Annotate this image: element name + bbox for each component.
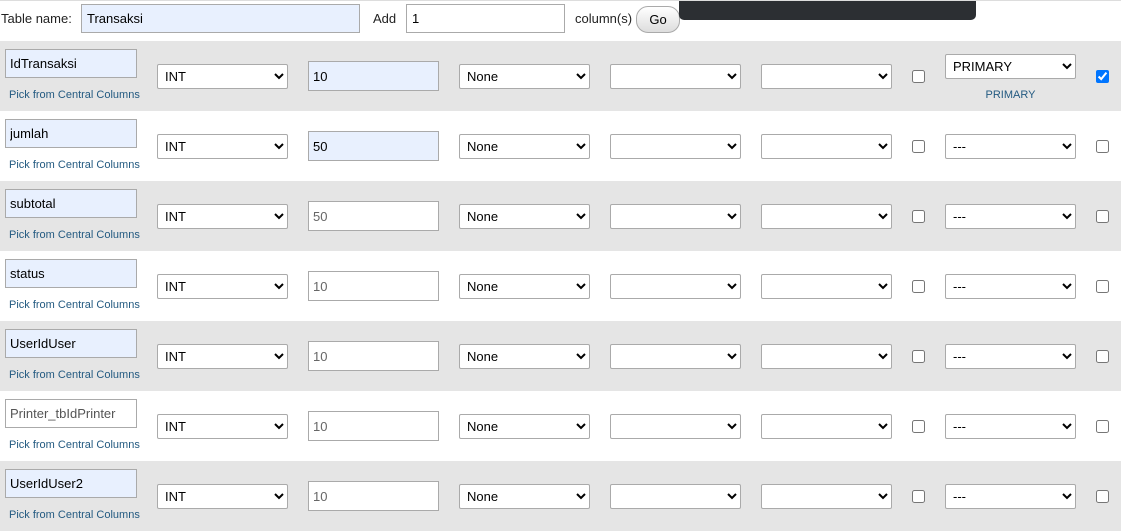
column-null-checkbox[interactable] xyxy=(912,420,925,433)
add-label: Add xyxy=(373,11,397,26)
column-type-select[interactable]: INT xyxy=(157,204,288,229)
column-index-select[interactable]: --- xyxy=(945,344,1076,369)
table-name-label: Table name: xyxy=(1,11,72,26)
column-collation-select[interactable] xyxy=(610,134,741,159)
column-default-select[interactable]: None xyxy=(459,274,590,299)
column-auto-increment-checkbox[interactable] xyxy=(1096,420,1109,433)
add-columns-count-input[interactable] xyxy=(406,4,565,33)
column-default-select[interactable]: None xyxy=(459,64,590,89)
column-collation-select[interactable] xyxy=(610,344,741,369)
column-type-select[interactable]: INT xyxy=(157,414,288,439)
column-name-input[interactable] xyxy=(5,469,137,498)
column-null-checkbox[interactable] xyxy=(912,490,925,503)
column-name-input[interactable] xyxy=(5,49,137,78)
column-type-select[interactable]: INT xyxy=(157,64,288,89)
column-length-input[interactable] xyxy=(308,61,439,91)
column-name-input[interactable] xyxy=(5,399,137,428)
column-collation-select[interactable] xyxy=(610,274,741,299)
column-collation-select[interactable] xyxy=(610,64,741,89)
column-type-select[interactable]: INT xyxy=(157,134,288,159)
pick-from-central-columns-link[interactable]: Pick from Central Columns xyxy=(9,369,140,381)
column-length-input[interactable] xyxy=(308,481,439,511)
column-row: Pick from Central Columns INT None --- xyxy=(0,391,1121,461)
columns-label: column(s) xyxy=(575,11,633,26)
column-default-select[interactable]: None xyxy=(459,414,590,439)
column-row: Pick from Central Columns INT None --- xyxy=(0,181,1121,251)
column-row: Pick from Central Columns INT None --- xyxy=(0,111,1121,181)
column-type-select[interactable]: INT xyxy=(157,344,288,369)
column-attributes-select[interactable] xyxy=(761,134,892,159)
pick-from-central-columns-link[interactable]: Pick from Central Columns xyxy=(9,159,140,171)
column-row: Pick from Central Columns INT None --- xyxy=(0,321,1121,391)
index-name-label: PRIMARY xyxy=(985,89,1036,101)
column-collation-select[interactable] xyxy=(610,484,741,509)
column-attributes-select[interactable] xyxy=(761,274,892,299)
column-row: Pick from Central Columns INT None --- xyxy=(0,461,1121,531)
column-length-input[interactable] xyxy=(308,341,439,371)
column-auto-increment-checkbox[interactable] xyxy=(1096,490,1109,503)
column-auto-increment-checkbox[interactable] xyxy=(1096,350,1109,363)
tooltip-popup xyxy=(679,1,976,20)
column-index-select[interactable]: --- xyxy=(945,274,1076,299)
column-default-select[interactable]: None xyxy=(459,204,590,229)
column-type-select[interactable]: INT xyxy=(157,274,288,299)
column-attributes-select[interactable] xyxy=(761,484,892,509)
pick-from-central-columns-link[interactable]: Pick from Central Columns xyxy=(9,299,140,311)
column-null-checkbox[interactable] xyxy=(912,350,925,363)
column-length-input[interactable] xyxy=(308,271,439,301)
table-name-input[interactable] xyxy=(81,4,360,33)
column-index-select[interactable]: PRIMARY xyxy=(945,54,1076,79)
column-name-input[interactable] xyxy=(5,259,137,288)
pick-from-central-columns-link[interactable]: Pick from Central Columns xyxy=(9,89,140,101)
table-header-bar: Table name: Add column(s) Go xyxy=(0,0,1121,40)
pick-from-central-columns-link[interactable]: Pick from Central Columns xyxy=(9,509,140,521)
column-null-checkbox[interactable] xyxy=(912,280,925,293)
pick-from-central-columns-link[interactable]: Pick from Central Columns xyxy=(9,439,140,451)
column-auto-increment-checkbox[interactable] xyxy=(1096,280,1109,293)
column-auto-increment-checkbox[interactable] xyxy=(1096,70,1109,83)
column-default-select[interactable]: None xyxy=(459,344,590,369)
column-type-select[interactable]: INT xyxy=(157,484,288,509)
column-default-select[interactable]: None xyxy=(459,484,590,509)
column-row: Pick from Central Columns INT None PRIMARY P… xyxy=(0,41,1121,111)
column-collation-select[interactable] xyxy=(610,414,741,439)
column-length-input[interactable] xyxy=(308,131,439,161)
column-index-select[interactable]: --- xyxy=(945,484,1076,509)
column-default-select[interactable]: None xyxy=(459,134,590,159)
column-null-checkbox[interactable] xyxy=(912,210,925,223)
column-attributes-select[interactable] xyxy=(761,414,892,439)
column-attributes-select[interactable] xyxy=(761,64,892,89)
column-index-select[interactable]: --- xyxy=(945,414,1076,439)
column-attributes-select[interactable] xyxy=(761,204,892,229)
column-name-input[interactable] xyxy=(5,119,137,148)
column-attributes-select[interactable] xyxy=(761,344,892,369)
column-index-select[interactable]: --- xyxy=(945,134,1076,159)
column-auto-increment-checkbox[interactable] xyxy=(1096,140,1109,153)
column-auto-increment-checkbox[interactable] xyxy=(1096,210,1109,223)
column-index-select[interactable]: --- xyxy=(945,204,1076,229)
column-length-input[interactable] xyxy=(308,411,439,441)
go-button[interactable]: Go xyxy=(636,6,680,33)
column-collation-select[interactable] xyxy=(610,204,741,229)
pick-from-central-columns-link[interactable]: Pick from Central Columns xyxy=(9,229,140,241)
column-length-input[interactable] xyxy=(308,201,439,231)
column-name-input[interactable] xyxy=(5,329,137,358)
column-null-checkbox[interactable] xyxy=(912,140,925,153)
column-name-input[interactable] xyxy=(5,189,137,218)
column-null-checkbox[interactable] xyxy=(912,70,925,83)
column-row: Pick from Central Columns INT None --- xyxy=(0,251,1121,321)
